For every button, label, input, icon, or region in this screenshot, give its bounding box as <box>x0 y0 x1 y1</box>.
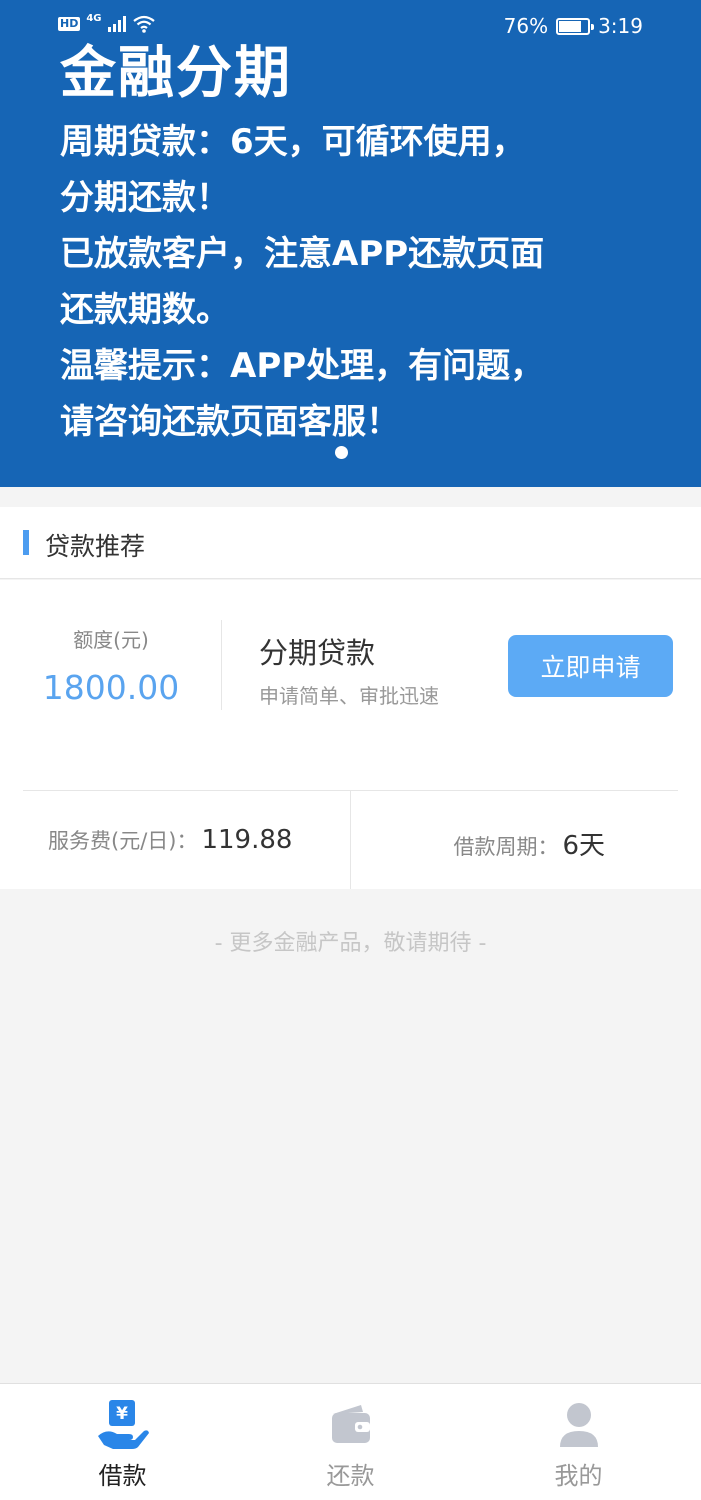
battery-icon <box>556 17 595 35</box>
banner-line: 已放款客户，注意APP还款页面 <box>60 234 545 274</box>
tab-repay[interactable]: 还款 <box>234 1384 467 1500</box>
user-icon <box>559 1403 598 1447</box>
hd-icon: HD <box>58 17 81 31</box>
status-right: 76% 3:19 <box>504 14 643 38</box>
service-fee-label: 服务费(元/日)： <box>48 829 198 853</box>
banner-line: 周期贷款：6天，可循环使用， <box>60 122 526 162</box>
banner-line: 请咨询还款页面客服！ <box>60 402 400 442</box>
loan-term: 借款周期： 6天 <box>453 825 605 862</box>
quota-label: 额度(元) <box>73 628 149 652</box>
banner-line: 还款期数。 <box>60 290 230 330</box>
status-left: HD 4G <box>58 12 156 34</box>
more-products-note: - 更多金融产品，敬请期待 - <box>214 931 487 956</box>
tab-mine[interactable]: 我的 <box>462 1384 695 1500</box>
banner-text: 周期贷款：6天，可循环使用， 分期还款！ 已放款客户，注意APP还款页面 还款期… <box>60 114 680 450</box>
banner-line: 温馨提示：APP处理，有问题， <box>60 346 545 386</box>
clock-time: 3:19 <box>598 14 643 38</box>
loan-product-card[interactable]: 额度(元) 1800.00 分期贷款 申请简单、审批迅速 立即申请 服务费(元/… <box>0 580 701 889</box>
product-description: 申请简单、审批迅速 <box>259 684 439 708</box>
banner-line: 分期还款！ <box>60 178 230 218</box>
service-fee-value: 119.88 <box>201 825 293 855</box>
tab-loan-label: 借款 <box>98 1462 147 1490</box>
banner-title: 金融分期 <box>60 41 292 106</box>
network-type-label: 4G <box>86 12 102 24</box>
vertical-divider <box>350 791 351 889</box>
tab-mine-label: 我的 <box>554 1462 603 1490</box>
loan-term-label: 借款周期： <box>453 835 559 859</box>
section-accent-bar <box>23 530 29 555</box>
section-title: 贷款推荐 <box>45 532 146 561</box>
loan-hand-yen-icon: ¥ <box>97 1400 149 1449</box>
apply-now-button[interactable]: 立即申请 <box>508 635 673 697</box>
signal-icon <box>107 16 126 32</box>
loan-term-value: 6天 <box>562 831 605 861</box>
product-name: 分期贷款 <box>259 636 376 670</box>
app-page: HD 4G 76% 3:19 金融分期 周期贷款：6天，可循环使用， 分期还款！… <box>0 0 701 1500</box>
bottom-tab-bar: ¥ 借款 还款 我的 <box>0 1383 701 1500</box>
wallet-icon <box>331 1405 370 1443</box>
wifi-icon <box>132 15 155 33</box>
vertical-divider <box>221 620 222 710</box>
quota-value: 1800.00 <box>42 668 180 707</box>
svg-text:¥: ¥ <box>116 1404 128 1424</box>
carousel-indicator-dot[interactable] <box>335 446 348 459</box>
battery-percent: 76% <box>503 14 549 38</box>
section-header: 贷款推荐 <box>0 507 701 579</box>
service-fee: 服务费(元/日)： 119.88 <box>48 825 292 855</box>
tab-repay-label: 还款 <box>326 1462 375 1490</box>
tab-loan[interactable]: ¥ 借款 <box>6 1384 239 1500</box>
promo-banner[interactable]: HD 4G 76% 3:19 金融分期 周期贷款：6天，可循环使用， 分期还款！… <box>0 0 701 487</box>
